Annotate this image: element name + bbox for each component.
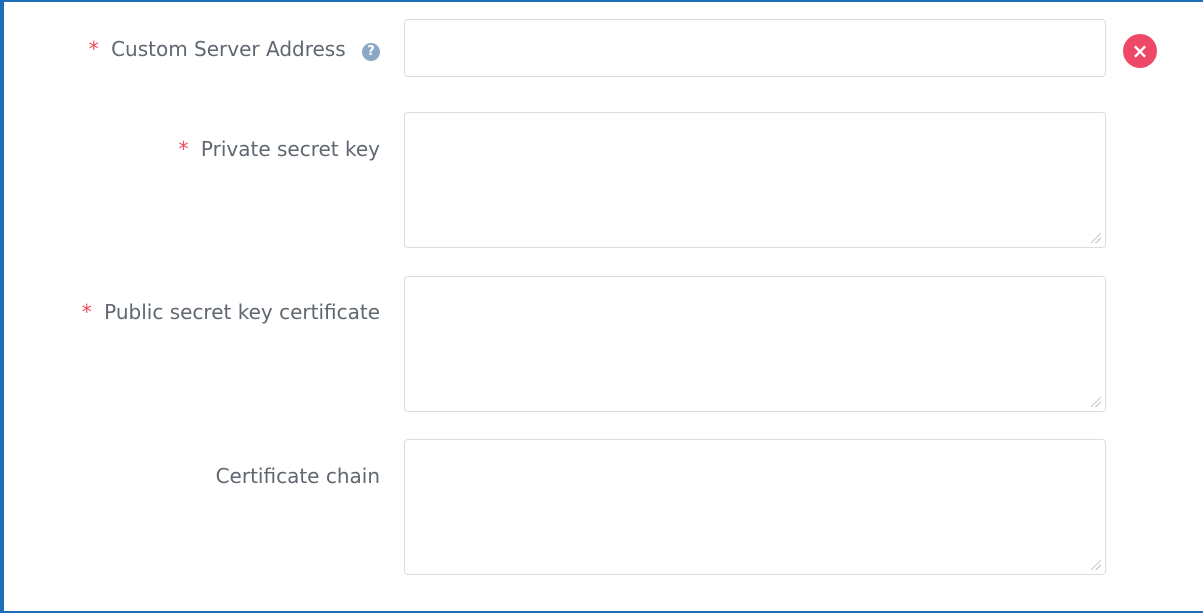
custom-server-address-input[interactable] (404, 19, 1106, 77)
required-marker: * (88, 37, 99, 61)
certificate-form-panel: * Custom Server Address ? × * Private se… (0, 0, 1203, 613)
certificate-chain-textarea[interactable] (404, 439, 1106, 575)
clear-icon[interactable]: × (1123, 34, 1157, 68)
private-secret-key-label-text: Private secret key (200, 137, 380, 161)
certificate-chain-label-text: Certificate chain (215, 464, 380, 488)
private-secret-key-textarea[interactable] (404, 112, 1106, 248)
help-icon[interactable]: ? (362, 43, 380, 61)
resize-handle[interactable] (1089, 395, 1101, 407)
public-secret-key-certificate-label-text: Public secret key certificate (104, 300, 380, 324)
resize-handle[interactable] (1089, 558, 1101, 570)
public-secret-key-certificate-textarea[interactable] (404, 276, 1106, 412)
required-marker: * (81, 300, 92, 324)
required-marker: * (178, 137, 189, 161)
private-secret-key-label: * Private secret key (179, 136, 380, 162)
custom-server-address-label-text: Custom Server Address (111, 37, 346, 61)
resize-handle[interactable] (1089, 231, 1101, 243)
custom-server-address-label: * Custom Server Address ? (89, 36, 380, 62)
public-secret-key-certificate-label: * Public secret key certificate (82, 299, 380, 325)
certificate-chain-label: Certificate chain (216, 463, 380, 489)
